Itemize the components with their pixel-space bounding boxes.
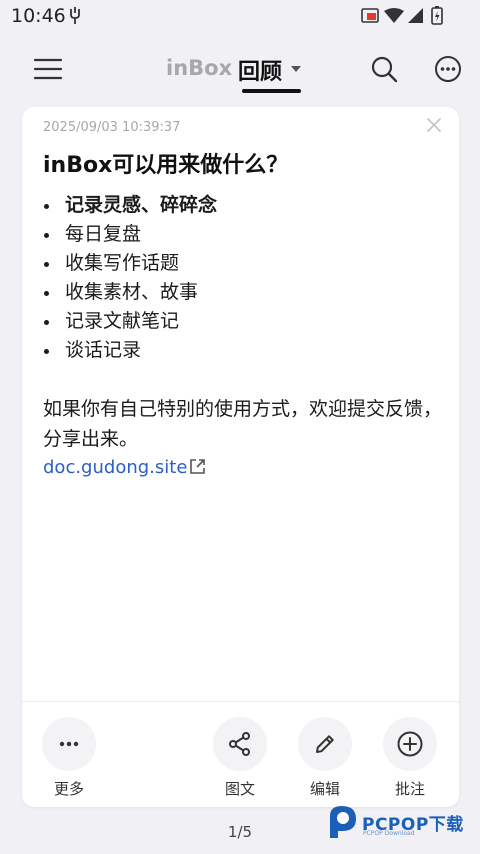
annotate-button[interactable]: 批注 [383,717,437,799]
external-link-icon [190,459,206,474]
annotate-action-label: 批注 [394,780,425,798]
plus-circle-icon [397,731,423,757]
chevron-down-icon[interactable] [291,66,301,72]
list-item: 收集素材、故事 [43,278,217,307]
watermark-logo: PCPOP下载 PCPOP Download [326,803,476,843]
search-icon [371,56,398,83]
note-title: inBox可以用来做什么？ [43,153,289,178]
edit-button[interactable]: 编辑 [298,717,352,799]
list-item: 记录文献笔记 [43,307,217,336]
more-action-circle[interactable] [42,717,96,771]
status-bar: 10:46 [0,0,480,34]
more-horizontal-icon [435,56,461,82]
list-item: 每日复盘 [43,220,217,249]
note-bullet-list: 记录灵感、碎碎念 每日复盘 收集写作话题 收集素材、故事 记录文献笔记 谈话记录 [43,191,217,365]
more-horizontal-icon [59,741,79,747]
share-action-circle[interactable] [213,717,267,771]
note-paragraph: 如果你有自己特别的使用方式，欢迎提交反馈，分享出来。 [43,398,443,450]
pencil-icon [316,735,334,753]
card-divider [22,701,459,702]
menu-icon [33,58,63,80]
doc-link[interactable]: doc.gudong.site [43,457,206,478]
app-screen: 10:46 inBox 回顾 2025/09/03 10:39:37 inBox… [0,0,480,854]
overflow-menu-button[interactable] [426,47,470,91]
annotate-action-circle[interactable] [383,717,437,771]
list-item: 记录灵感、碎碎念 [43,191,217,220]
share-action-label: 图文 [224,780,255,798]
status-time: 10:46 [11,5,66,27]
pcpop-logo-icon [330,806,356,838]
top-app-bar: inBox 回顾 [0,40,480,100]
list-item: 收集写作话题 [43,249,217,278]
note-card[interactable]: 2025/09/03 10:39:37 inBox可以用来做什么？ 记录灵感、碎… [22,107,459,807]
signal-icon [408,8,423,23]
note-timestamp: 2025/09/03 10:39:37 [43,120,181,135]
menu-button[interactable] [26,47,70,91]
active-tab-indicator [242,89,301,93]
more-action-button[interactable]: 更多 [42,717,96,799]
share-icon [229,732,250,756]
edit-action-circle[interactable] [298,717,352,771]
close-icon[interactable] [425,116,443,134]
cast-icon [361,8,379,23]
usb-debug-icon [70,7,80,24]
tab-review[interactable]: 回顾 [238,54,282,86]
list-item: 谈话记录 [43,336,217,365]
wifi-icon [384,8,404,23]
battery-charging-icon [431,6,443,25]
image-text-share-button[interactable]: 图文 [213,717,267,799]
doc-link-text[interactable]: doc.gudong.site [43,457,187,478]
edit-action-label: 编辑 [309,780,340,798]
more-action-label: 更多 [53,780,84,798]
tab-inbox[interactable]: inBox [166,56,232,80]
watermark-subtext: PCPOP Download [363,830,415,837]
search-button[interactable] [362,47,406,91]
